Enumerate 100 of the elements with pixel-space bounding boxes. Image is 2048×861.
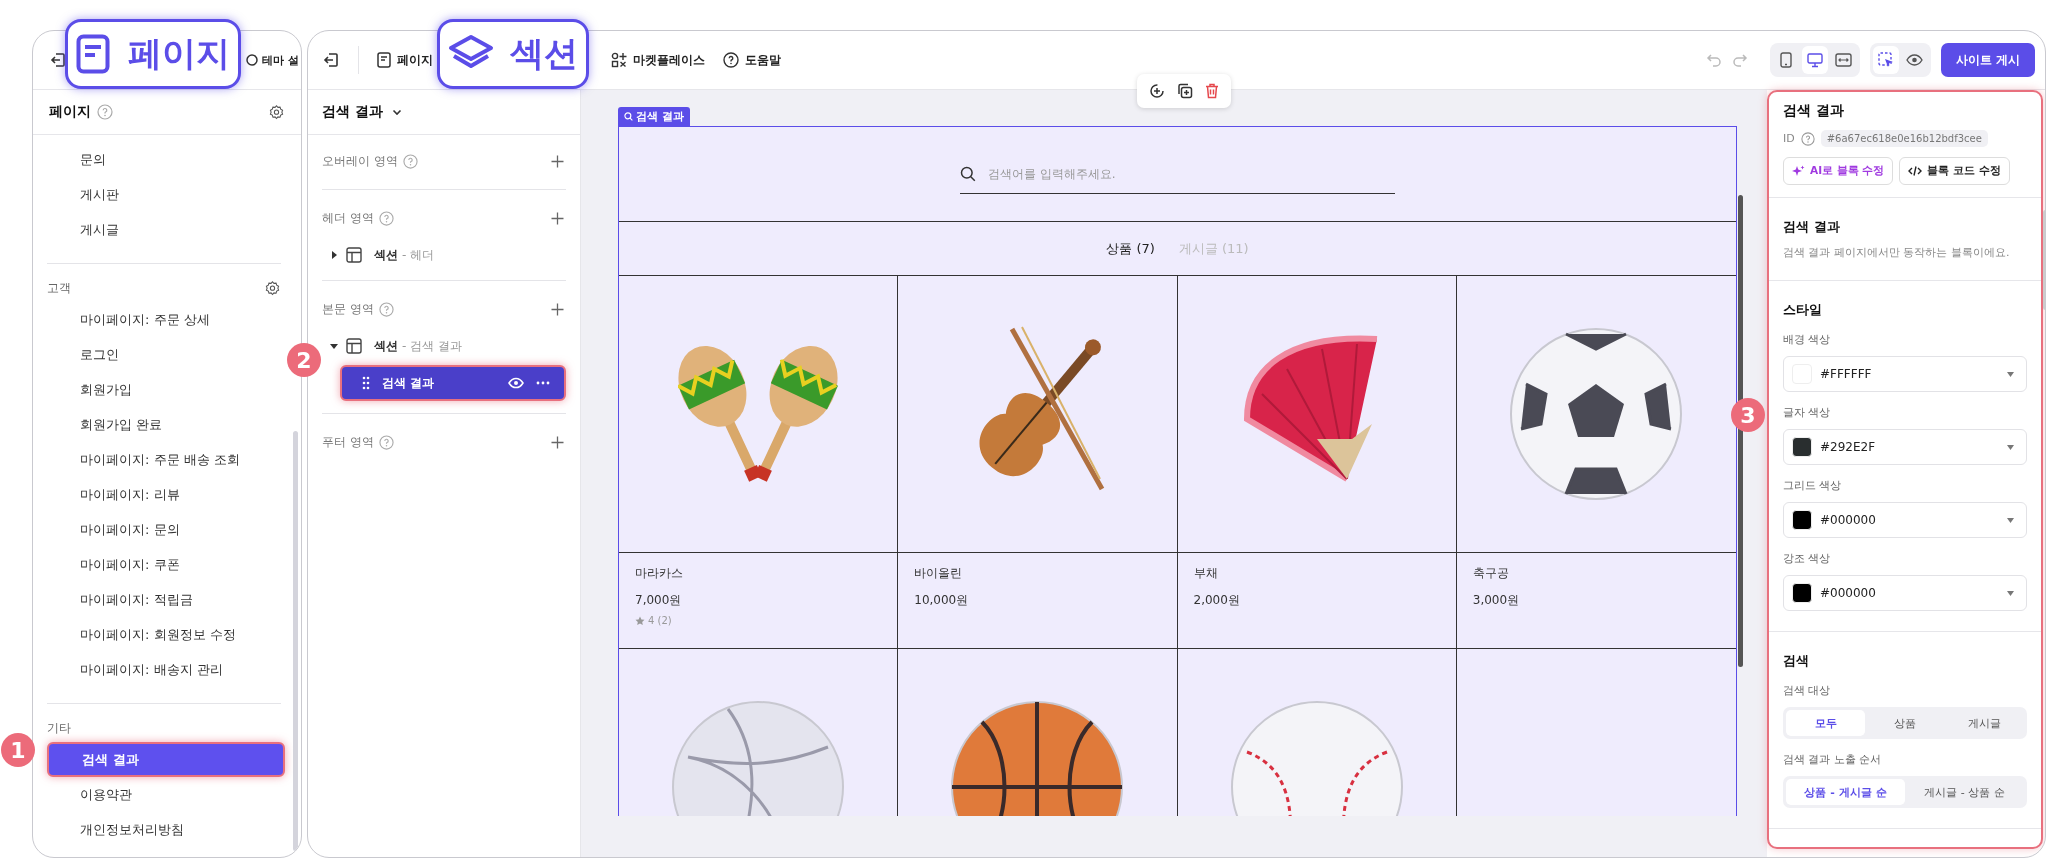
color-swatch <box>1792 583 1812 603</box>
panel-title: 페이지 <box>49 103 91 121</box>
callout-label: 섹션 <box>437 19 589 89</box>
rating-text: 4 (2) <box>648 615 672 626</box>
color-select[interactable]: #000000 <box>1783 502 2027 538</box>
page-item[interactable]: 회원가입 완료 <box>47 407 285 442</box>
product-name[interactable]: 바이올린 <box>914 565 1161 582</box>
section-item[interactable]: 섹션 - 검색 결과 <box>322 329 566 363</box>
code-edit-button[interactable]: 블록 코드 수정 <box>1899 157 2010 185</box>
publish-button[interactable]: 사이트 게시 <box>1940 43 2035 77</box>
page-selector[interactable]: 검색 결과 <box>322 103 383 121</box>
settings-icon[interactable] <box>264 279 281 297</box>
page-item[interactable]: 마이페이지: 문의 <box>47 512 285 547</box>
phone-icon <box>1779 52 1792 68</box>
page-item[interactable]: 회원가입 <box>47 372 285 407</box>
field-label: 그리드 색상 <box>1783 478 1843 493</box>
product-name[interactable]: 축구공 <box>1472 565 1720 582</box>
search-icon <box>624 112 633 121</box>
result-tab[interactable]: 상품 (7) <box>1106 239 1155 258</box>
block-tag: 검색 결과 <box>618 107 690 126</box>
duplicate-icon[interactable] <box>1177 83 1193 99</box>
theme-settings-tab[interactable]: 테마 설 <box>262 52 299 68</box>
id-label: ID <box>1783 132 1795 145</box>
section-item[interactable]: 섹션 - 헤더 <box>322 238 566 272</box>
pages-tab[interactable]: 페이지 <box>377 51 433 69</box>
block-item[interactable]: 검색 결과 <box>340 365 566 401</box>
product-price: 2,000원 <box>1193 592 1241 609</box>
field-label: 강조 색상 <box>1783 551 1832 566</box>
monitor-icon <box>1806 52 1823 68</box>
page-item[interactable]: 마이페이지: 주문 배송 조회 <box>47 442 285 477</box>
select-mode-button[interactable] <box>1872 46 1899 74</box>
page-item[interactable]: 게시판 <box>47 177 285 212</box>
desktop-view-button[interactable] <box>1801 46 1828 74</box>
trash-icon[interactable] <box>1205 83 1219 99</box>
page-item[interactable]: 마이페이지: 리뷰 <box>47 477 285 512</box>
color-select[interactable]: #000000 <box>1783 575 2027 611</box>
page-item[interactable]: 검색 결과 <box>47 742 285 777</box>
product-price: 10,000원 <box>914 592 970 609</box>
eye-icon[interactable] <box>508 377 524 389</box>
product-price: 3,000원 <box>1472 592 1521 609</box>
field-label: 검색 결과 노출 순서 <box>1783 752 1883 767</box>
segment-option[interactable]: 상품 - 게시글 순 <box>1786 779 1905 805</box>
page-item[interactable]: 마이페이지: 주문 상세 <box>47 302 285 337</box>
page-item[interactable]: 마이페이지: 회원정보 수정 <box>47 617 285 652</box>
caret-down-icon <box>2007 517 2014 523</box>
caret-down-icon[interactable] <box>330 342 338 350</box>
page-item[interactable]: 이용약관 <box>47 777 285 812</box>
segment-option[interactable]: 게시글 - 상품 순 <box>1905 779 2024 805</box>
segment-option[interactable]: 상품 <box>1865 710 1945 736</box>
back-icon[interactable] <box>322 51 340 69</box>
page-item[interactable]: 문의 <box>47 142 285 177</box>
page-item[interactable]: 개인정보처리방침 <box>47 812 285 847</box>
more-icon[interactable] <box>536 381 550 385</box>
section-heading: 스타일 <box>1783 301 1823 319</box>
page-item[interactable]: 마이페이지: 적립금 <box>47 582 285 617</box>
segment-option[interactable]: 게시글 <box>1944 710 2024 736</box>
group-title: 고객 <box>47 279 71 297</box>
field-label: 글자 색상 <box>1783 405 1832 420</box>
caret-right-icon[interactable] <box>330 251 338 259</box>
add-icon[interactable] <box>551 154 564 168</box>
area-label: 푸터 영역 <box>322 433 374 451</box>
layout-icon <box>346 247 362 263</box>
scrollbar[interactable] <box>1738 195 1743 667</box>
segment-option[interactable]: 모두 <box>1786 710 1866 736</box>
add-icon[interactable] <box>551 211 564 225</box>
color-select[interactable]: #292E2F <box>1783 429 2027 465</box>
block-id: #6a67ec618e0e16b12bdf3cee <box>1820 130 1988 147</box>
area-label: 헤더 영역 <box>322 209 374 227</box>
help-icon <box>723 52 739 68</box>
page-item[interactable]: 게시글 <box>47 212 285 247</box>
section-heading: 검색 <box>1783 652 1810 670</box>
color-select[interactable]: #FFFFFF <box>1783 356 2027 392</box>
caret-down-icon <box>2007 590 2014 596</box>
drag-handle-icon[interactable] <box>362 376 370 390</box>
search-icon <box>960 165 976 182</box>
callout-label: 페이지 <box>65 19 241 89</box>
page-item[interactable]: 마이페이지: 쿠폰 <box>47 547 285 582</box>
scrollbar[interactable] <box>293 431 298 851</box>
section-heading: 검색 결과 <box>1783 218 1841 236</box>
search-field[interactable]: 검색어를 입력해주세요. <box>986 165 1395 182</box>
page-icon <box>76 34 110 74</box>
add-icon[interactable] <box>551 302 564 316</box>
page-item[interactable]: 로그인 <box>47 337 285 372</box>
help-tab[interactable]: 도움말 <box>723 51 781 69</box>
help-icon[interactable] <box>1800 131 1815 146</box>
product-name[interactable]: 부채 <box>1193 565 1440 582</box>
code-icon <box>1908 165 1923 177</box>
settings-icon[interactable] <box>268 103 285 121</box>
layout-icon <box>346 338 362 354</box>
area-label: 본문 영역 <box>322 300 374 318</box>
eye-icon <box>1906 53 1924 67</box>
back-icon[interactable] <box>49 51 67 69</box>
blocks-icon <box>611 52 627 68</box>
page-icon <box>377 52 391 68</box>
add-icon[interactable] <box>551 435 564 449</box>
ai-edit-button[interactable]: AI로 블록 수정 <box>1783 157 1894 185</box>
color-swatch <box>1792 437 1812 457</box>
marketplace-tab[interactable]: 마켓플레이스 <box>611 51 705 69</box>
page-item[interactable]: 마이페이지: 배송지 관리 <box>47 652 285 687</box>
product-name[interactable]: 마라카스 <box>635 565 882 582</box>
